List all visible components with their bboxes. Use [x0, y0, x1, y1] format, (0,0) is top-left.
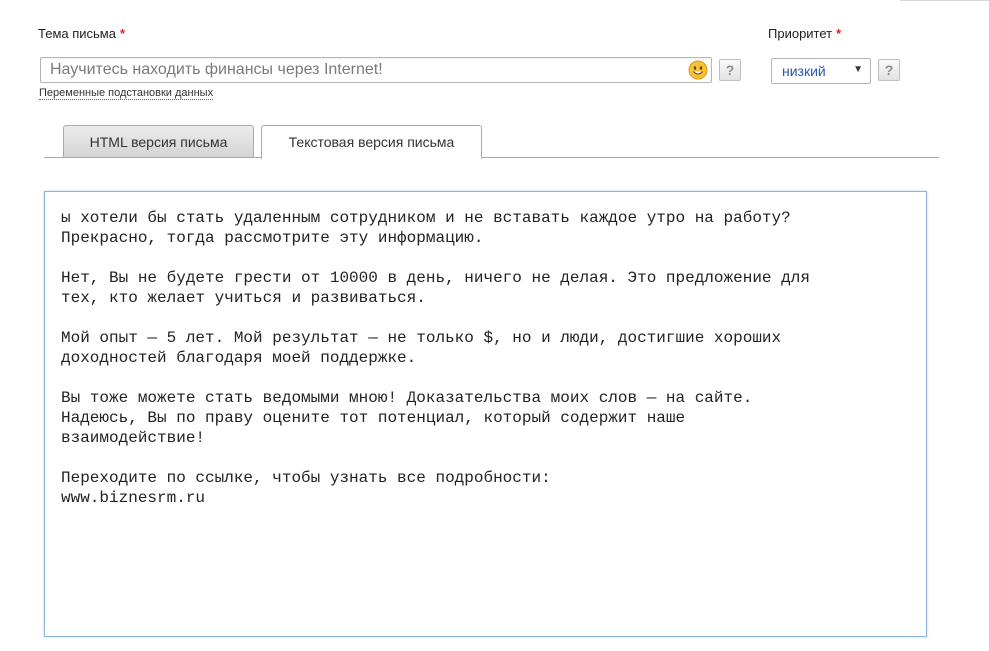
- substitutions-link[interactable]: Переменные подстановки данных: [39, 88, 214, 100]
- subject-field[interactable]: [40, 57, 712, 83]
- smiley-icon[interactable]: [688, 60, 708, 80]
- editor-line: Переходите по ссылке, чтобы узнать все п…: [61, 469, 551, 487]
- editor-line: взаимодействие!: [61, 429, 206, 447]
- subject-required-mark: *: [119, 26, 126, 41]
- priority-label: Приоритет *: [768, 26, 841, 41]
- tab-html-version[interactable]: HTML версия письма: [63, 125, 254, 157]
- text-editor[interactable]: ы хотели бы стать удаленным сотрудником …: [44, 191, 927, 637]
- editor-content[interactable]: ы хотели бы стать удаленным сотрудником …: [45, 192, 926, 508]
- priority-help-button[interactable]: ?: [878, 59, 900, 81]
- priority-required-mark: *: [836, 26, 842, 41]
- editor-line: Мой опыт — 5 лет. Мой результат — не тол…: [61, 329, 782, 347]
- priority-label-text: Приоритет: [768, 26, 833, 41]
- top-divider: [900, 0, 989, 1]
- subject-label-text: Тема письма: [38, 26, 116, 41]
- tab-text-version[interactable]: Текстовая версия письма: [261, 125, 482, 159]
- editor-line: Надеюсь, Вы по праву оцените тот потенци…: [61, 409, 686, 427]
- subject-label: Тема письма *: [38, 26, 125, 41]
- subject-input[interactable]: [41, 58, 690, 82]
- editor-line: Прекрасно, тогда рассмотрите эту информа…: [61, 229, 484, 247]
- editor-line: доходностей благодаря моей поддержке.: [61, 349, 417, 367]
- chevron-down-icon: ▼: [853, 64, 863, 75]
- editor-line: ы хотели бы стать удаленным сотрудником …: [61, 209, 791, 227]
- editor-line: Нет, Вы не будете грести от 10000 в день…: [61, 269, 810, 287]
- editor-line: тех, кто желает учиться и развиваться.: [61, 289, 426, 307]
- priority-select[interactable]: низкий ▼: [771, 58, 871, 84]
- priority-selected-value: низкий: [782, 63, 826, 79]
- editor-line: Вы тоже можете стать ведомыми мною! Дока…: [61, 389, 753, 407]
- tabs-divider: [44, 157, 939, 158]
- subject-help-button[interactable]: ?: [719, 59, 741, 81]
- editor-line: www.biznesrm.ru: [61, 489, 206, 507]
